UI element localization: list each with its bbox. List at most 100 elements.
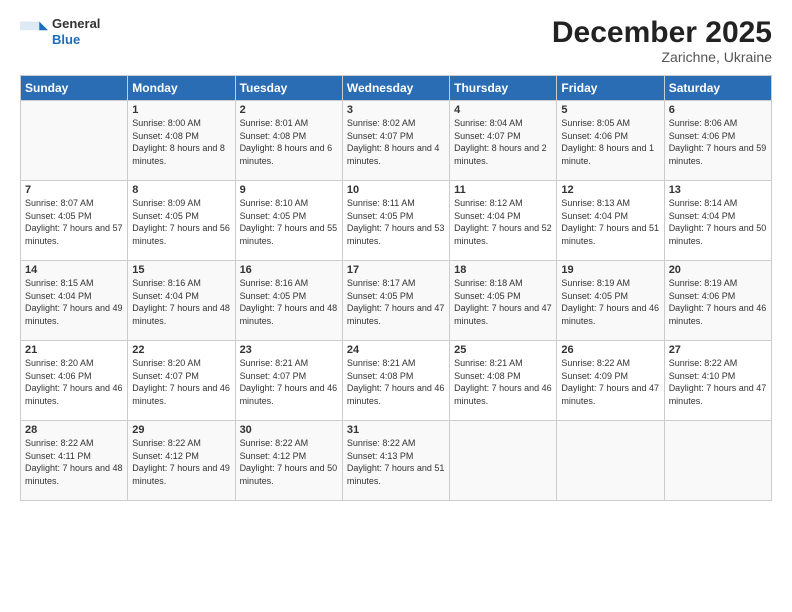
day-info: Sunrise: 8:14 AM Sunset: 4:04 PM Dayligh… — [669, 197, 767, 247]
day-cell — [21, 101, 128, 181]
day-info: Sunrise: 8:19 AM Sunset: 4:06 PM Dayligh… — [669, 277, 767, 327]
day-cell: 16Sunrise: 8:16 AM Sunset: 4:05 PM Dayli… — [235, 261, 342, 341]
day-number: 25 — [454, 344, 552, 356]
day-info: Sunrise: 8:15 AM Sunset: 4:04 PM Dayligh… — [25, 277, 123, 327]
page: General Blue December 2025 Zarichne, Ukr… — [0, 0, 792, 612]
day-cell: 6Sunrise: 8:06 AM Sunset: 4:06 PM Daylig… — [664, 101, 771, 181]
day-number: 14 — [25, 264, 123, 276]
day-cell: 13Sunrise: 8:14 AM Sunset: 4:04 PM Dayli… — [664, 181, 771, 261]
day-info: Sunrise: 8:06 AM Sunset: 4:06 PM Dayligh… — [669, 117, 767, 167]
calendar-body: 1Sunrise: 8:00 AM Sunset: 4:08 PM Daylig… — [21, 101, 772, 501]
day-number: 30 — [240, 424, 338, 436]
day-number: 16 — [240, 264, 338, 276]
day-number: 15 — [132, 264, 230, 276]
day-cell: 7Sunrise: 8:07 AM Sunset: 4:05 PM Daylig… — [21, 181, 128, 261]
day-cell: 21Sunrise: 8:20 AM Sunset: 4:06 PM Dayli… — [21, 341, 128, 421]
day-number: 21 — [25, 344, 123, 356]
day-info: Sunrise: 8:04 AM Sunset: 4:07 PM Dayligh… — [454, 117, 552, 167]
day-cell: 22Sunrise: 8:20 AM Sunset: 4:07 PM Dayli… — [128, 341, 235, 421]
title-block: December 2025 Zarichne, Ukraine — [552, 16, 772, 65]
day-cell: 14Sunrise: 8:15 AM Sunset: 4:04 PM Dayli… — [21, 261, 128, 341]
day-number: 7 — [25, 184, 123, 196]
day-number: 4 — [454, 104, 552, 116]
day-info: Sunrise: 8:11 AM Sunset: 4:05 PM Dayligh… — [347, 197, 445, 247]
day-cell: 8Sunrise: 8:09 AM Sunset: 4:05 PM Daylig… — [128, 181, 235, 261]
day-info: Sunrise: 8:18 AM Sunset: 4:05 PM Dayligh… — [454, 277, 552, 327]
day-cell: 27Sunrise: 8:22 AM Sunset: 4:10 PM Dayli… — [664, 341, 771, 421]
day-number: 9 — [240, 184, 338, 196]
day-info: Sunrise: 8:17 AM Sunset: 4:05 PM Dayligh… — [347, 277, 445, 327]
day-number: 24 — [347, 344, 445, 356]
day-number: 22 — [132, 344, 230, 356]
day-number: 6 — [669, 104, 767, 116]
day-cell: 9Sunrise: 8:10 AM Sunset: 4:05 PM Daylig… — [235, 181, 342, 261]
day-info: Sunrise: 8:21 AM Sunset: 4:07 PM Dayligh… — [240, 357, 338, 407]
day-info: Sunrise: 8:00 AM Sunset: 4:08 PM Dayligh… — [132, 117, 230, 167]
day-cell: 30Sunrise: 8:22 AM Sunset: 4:12 PM Dayli… — [235, 421, 342, 501]
day-info: Sunrise: 8:01 AM Sunset: 4:08 PM Dayligh… — [240, 117, 338, 167]
day-info: Sunrise: 8:22 AM Sunset: 4:12 PM Dayligh… — [240, 437, 338, 487]
day-cell: 11Sunrise: 8:12 AM Sunset: 4:04 PM Dayli… — [450, 181, 557, 261]
day-cell: 3Sunrise: 8:02 AM Sunset: 4:07 PM Daylig… — [342, 101, 449, 181]
col-monday: Monday — [128, 76, 235, 101]
col-tuesday: Tuesday — [235, 76, 342, 101]
day-info: Sunrise: 8:05 AM Sunset: 4:06 PM Dayligh… — [561, 117, 659, 167]
day-info: Sunrise: 8:20 AM Sunset: 4:07 PM Dayligh… — [132, 357, 230, 407]
day-info: Sunrise: 8:16 AM Sunset: 4:04 PM Dayligh… — [132, 277, 230, 327]
day-number: 10 — [347, 184, 445, 196]
day-number: 12 — [561, 184, 659, 196]
location: Zarichne, Ukraine — [552, 49, 772, 65]
day-info: Sunrise: 8:22 AM Sunset: 4:10 PM Dayligh… — [669, 357, 767, 407]
col-saturday: Saturday — [664, 76, 771, 101]
day-cell: 10Sunrise: 8:11 AM Sunset: 4:05 PM Dayli… — [342, 181, 449, 261]
day-info: Sunrise: 8:07 AM Sunset: 4:05 PM Dayligh… — [25, 197, 123, 247]
day-number: 17 — [347, 264, 445, 276]
day-cell: 15Sunrise: 8:16 AM Sunset: 4:04 PM Dayli… — [128, 261, 235, 341]
day-info: Sunrise: 8:12 AM Sunset: 4:04 PM Dayligh… — [454, 197, 552, 247]
logo-icon — [20, 18, 48, 46]
day-cell: 31Sunrise: 8:22 AM Sunset: 4:13 PM Dayli… — [342, 421, 449, 501]
day-info: Sunrise: 8:22 AM Sunset: 4:09 PM Dayligh… — [561, 357, 659, 407]
day-cell: 1Sunrise: 8:00 AM Sunset: 4:08 PM Daylig… — [128, 101, 235, 181]
logo-text: General Blue — [52, 16, 100, 47]
calendar-table: Sunday Monday Tuesday Wednesday Thursday… — [20, 75, 772, 501]
week-row-3: 21Sunrise: 8:20 AM Sunset: 4:06 PM Dayli… — [21, 341, 772, 421]
week-row-0: 1Sunrise: 8:00 AM Sunset: 4:08 PM Daylig… — [21, 101, 772, 181]
day-cell: 5Sunrise: 8:05 AM Sunset: 4:06 PM Daylig… — [557, 101, 664, 181]
day-cell — [557, 421, 664, 501]
month-title: December 2025 — [552, 16, 772, 49]
day-number: 20 — [669, 264, 767, 276]
day-info: Sunrise: 8:09 AM Sunset: 4:05 PM Dayligh… — [132, 197, 230, 247]
header-row: Sunday Monday Tuesday Wednesday Thursday… — [21, 76, 772, 101]
day-number: 8 — [132, 184, 230, 196]
day-number: 23 — [240, 344, 338, 356]
day-cell — [450, 421, 557, 501]
day-number: 31 — [347, 424, 445, 436]
day-number: 28 — [25, 424, 123, 436]
day-number: 29 — [132, 424, 230, 436]
day-info: Sunrise: 8:21 AM Sunset: 4:08 PM Dayligh… — [454, 357, 552, 407]
day-info: Sunrise: 8:22 AM Sunset: 4:11 PM Dayligh… — [25, 437, 123, 487]
day-info: Sunrise: 8:10 AM Sunset: 4:05 PM Dayligh… — [240, 197, 338, 247]
col-thursday: Thursday — [450, 76, 557, 101]
day-number: 26 — [561, 344, 659, 356]
logo: General Blue — [20, 16, 100, 47]
day-info: Sunrise: 8:13 AM Sunset: 4:04 PM Dayligh… — [561, 197, 659, 247]
day-cell: 4Sunrise: 8:04 AM Sunset: 4:07 PM Daylig… — [450, 101, 557, 181]
day-cell: 24Sunrise: 8:21 AM Sunset: 4:08 PM Dayli… — [342, 341, 449, 421]
day-info: Sunrise: 8:21 AM Sunset: 4:08 PM Dayligh… — [347, 357, 445, 407]
day-cell: 23Sunrise: 8:21 AM Sunset: 4:07 PM Dayli… — [235, 341, 342, 421]
col-sunday: Sunday — [21, 76, 128, 101]
day-info: Sunrise: 8:19 AM Sunset: 4:05 PM Dayligh… — [561, 277, 659, 327]
day-number: 11 — [454, 184, 552, 196]
day-cell: 18Sunrise: 8:18 AM Sunset: 4:05 PM Dayli… — [450, 261, 557, 341]
week-row-1: 7Sunrise: 8:07 AM Sunset: 4:05 PM Daylig… — [21, 181, 772, 261]
header: General Blue December 2025 Zarichne, Ukr… — [20, 16, 772, 65]
day-cell: 17Sunrise: 8:17 AM Sunset: 4:05 PM Dayli… — [342, 261, 449, 341]
week-row-4: 28Sunrise: 8:22 AM Sunset: 4:11 PM Dayli… — [21, 421, 772, 501]
day-cell: 28Sunrise: 8:22 AM Sunset: 4:11 PM Dayli… — [21, 421, 128, 501]
day-number: 13 — [669, 184, 767, 196]
day-cell: 25Sunrise: 8:21 AM Sunset: 4:08 PM Dayli… — [450, 341, 557, 421]
day-info: Sunrise: 8:22 AM Sunset: 4:13 PM Dayligh… — [347, 437, 445, 487]
day-cell: 19Sunrise: 8:19 AM Sunset: 4:05 PM Dayli… — [557, 261, 664, 341]
